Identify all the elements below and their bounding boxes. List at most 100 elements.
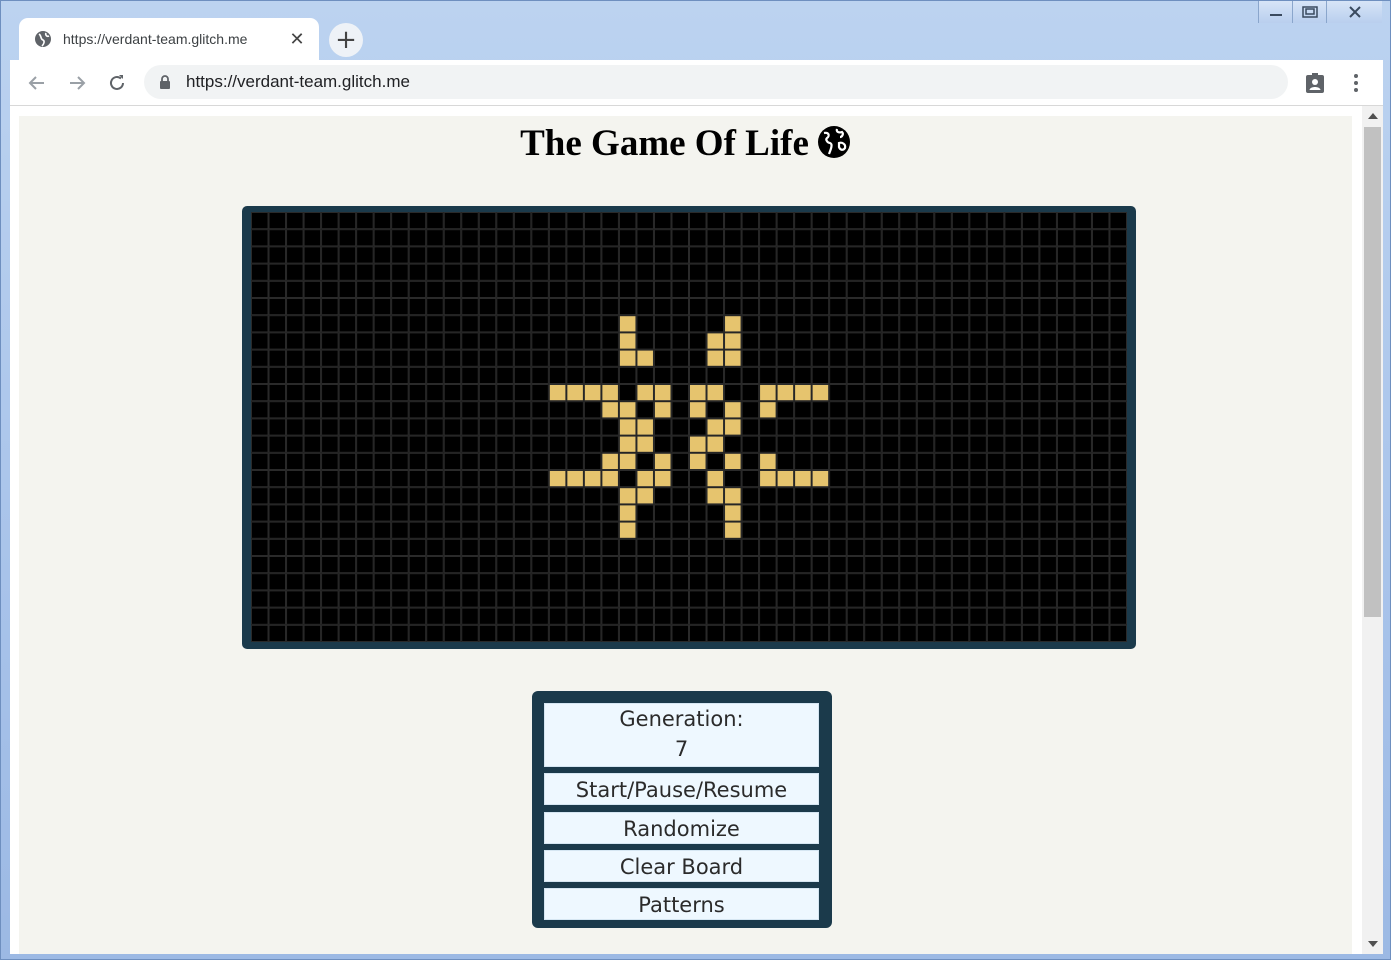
maximize-button[interactable] [1292,1,1326,23]
grid-cell[interactable] [496,607,514,625]
grid-cell[interactable] [881,315,900,333]
grid-cell[interactable] [969,418,987,436]
grid-cell[interactable] [268,229,287,247]
grid-cell[interactable] [671,263,690,281]
grid-cell[interactable] [864,435,882,453]
live-cell[interactable] [759,384,777,402]
grid-cell[interactable] [776,590,795,608]
grid-cell[interactable] [986,246,1005,264]
grid-cell[interactable] [286,229,304,247]
grid-cell[interactable] [724,263,742,281]
grid-cell[interactable] [408,538,427,556]
grid-cell[interactable] [1021,435,1040,453]
grid-cell[interactable] [916,470,935,488]
grid-cell[interactable] [1091,384,1110,402]
grid-cell[interactable] [706,263,725,281]
live-cell[interactable] [636,349,654,367]
grid-cell[interactable] [321,384,339,402]
grid-cell[interactable] [286,504,304,522]
grid-cell[interactable] [618,384,637,402]
grid-cell[interactable] [391,521,409,539]
grid-cell[interactable] [496,263,514,281]
grid-cell[interactable] [986,487,1005,505]
grid-cell[interactable] [286,298,304,316]
live-cell[interactable] [724,504,742,522]
new-tab-button[interactable]: + [329,23,363,57]
grid-cell[interactable] [478,556,497,574]
grid-cell[interactable] [601,504,619,522]
grid-cell[interactable] [321,263,339,281]
grid-cell[interactable] [391,298,409,316]
grid-cell[interactable] [724,212,742,230]
grid-cell[interactable] [531,332,549,350]
grid-cell[interactable] [268,315,287,333]
grid-cell[interactable] [689,538,707,556]
grid-cell[interactable] [1091,298,1110,316]
grid-cell[interactable] [934,280,952,299]
grid-cell[interactable] [1091,487,1110,505]
grid-cell[interactable] [759,298,777,316]
grid-cell[interactable] [443,229,462,247]
grid-cell[interactable] [513,418,532,436]
grid-cell[interactable] [986,538,1005,556]
grid-cell[interactable] [1039,504,1057,522]
grid-cell[interactable] [478,435,497,453]
live-cell[interactable] [724,521,742,539]
grid-cell[interactable] [601,590,619,608]
grid-cell[interactable] [1039,624,1057,642]
grid-cell[interactable] [426,452,444,471]
grid-cell[interactable] [969,452,987,471]
grid-cell[interactable] [583,298,602,316]
grid-cell[interactable] [1021,624,1040,642]
grid-cell[interactable] [321,452,339,471]
grid-cell[interactable] [618,212,637,230]
grid-cell[interactable] [969,263,987,281]
grid-cell[interactable] [706,590,725,608]
grid-cell[interactable] [689,521,707,539]
grid-cell[interactable] [951,401,970,419]
grid-cell[interactable] [899,573,917,591]
grid-cell[interactable] [741,624,760,642]
grid-cell[interactable] [531,624,549,642]
grid-cell[interactable] [811,229,830,247]
grid-cell[interactable] [899,590,917,608]
grid-cell[interactable] [566,246,584,264]
grid-cell[interactable] [1074,384,1092,402]
grid-cell[interactable] [846,263,865,281]
browser-tab[interactable]: https://verdant-team.glitch.me ✕ [19,18,319,60]
grid-cell[interactable] [1056,573,1075,591]
grid-cell[interactable] [408,263,427,281]
grid-cell[interactable] [268,332,287,350]
grid-cell[interactable] [864,418,882,436]
grid-cell[interactable] [338,573,357,591]
grid-cell[interactable] [986,384,1005,402]
grid-cell[interactable] [899,212,917,230]
grid-cell[interactable] [969,315,987,333]
grid-cell[interactable] [601,280,619,299]
grid-cell[interactable] [478,624,497,642]
grid-cell[interactable] [951,229,970,247]
grid-cell[interactable] [1004,624,1022,642]
grid-cell[interactable] [1109,607,1127,625]
grid-cell[interactable] [1021,538,1040,556]
grid-cell[interactable] [1039,521,1057,539]
grid-cell[interactable] [846,538,865,556]
grid-cell[interactable] [1021,246,1040,264]
grid-cell[interactable] [583,246,602,264]
grid-cell[interactable] [864,538,882,556]
grid-cell[interactable] [1004,263,1022,281]
grid-cell[interactable] [268,280,287,299]
grid-cell[interactable] [916,246,935,264]
grid-cell[interactable] [934,504,952,522]
grid-cell[interactable] [548,504,567,522]
grid-cell[interactable] [356,624,374,642]
grid-cell[interactable] [951,538,970,556]
grid-cell[interactable] [373,384,392,402]
grid-cell[interactable] [583,349,602,367]
grid-cell[interactable] [794,229,812,247]
grid-cell[interactable] [286,315,304,333]
grid-cell[interactable] [408,298,427,316]
grid-cell[interactable] [356,315,374,333]
grid-cell[interactable] [653,315,672,333]
grid-cell[interactable] [1056,315,1075,333]
